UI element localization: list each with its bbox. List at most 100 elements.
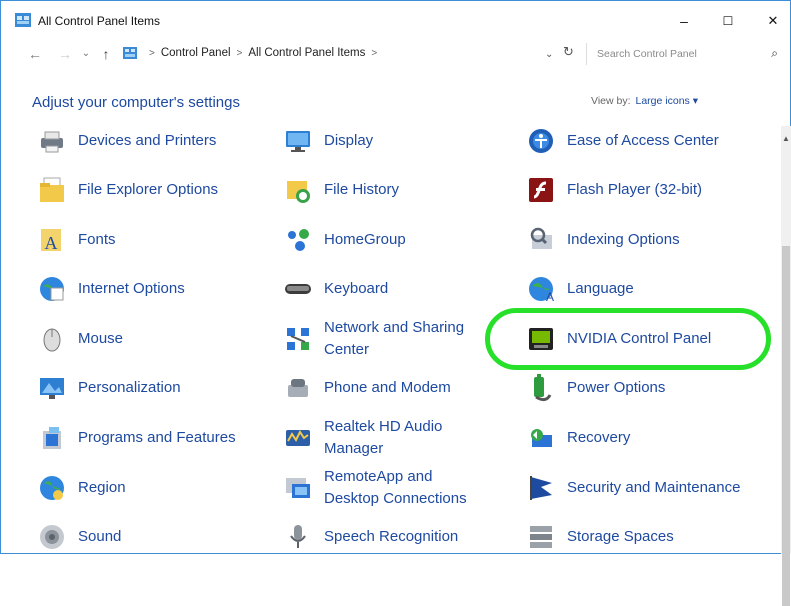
item-label[interactable]: Mouse	[78, 328, 268, 350]
up-button[interactable]: ↑	[97, 44, 115, 64]
storage-icon	[526, 522, 556, 552]
scroll-up-icon[interactable]: ▲	[781, 134, 791, 143]
recovery-icon	[526, 423, 556, 453]
item-label[interactable]: Recovery	[567, 427, 757, 449]
item-phone-and-modem[interactable]: Phone and Modem	[283, 365, 484, 411]
item-label[interactable]: File History	[324, 179, 484, 201]
item-remoteapp-and-desktop-connections[interactable]: RemoteApp and Desktop Connections	[283, 465, 484, 511]
minimize-button[interactable]: –	[664, 9, 704, 33]
globe-icon	[37, 274, 67, 304]
microphone-icon	[283, 522, 313, 552]
item-label[interactable]: Fonts	[78, 229, 268, 251]
back-button[interactable]: ←	[26, 44, 44, 64]
item-ease-of-access-center[interactable]: Ease of Access Center	[526, 118, 757, 164]
printer-icon	[37, 126, 67, 156]
item-indexing-options[interactable]: Indexing Options	[526, 217, 757, 263]
item-label[interactable]: Power Options	[567, 377, 757, 399]
item-label[interactable]: File Explorer Options	[78, 179, 268, 201]
power-icon	[526, 373, 556, 403]
item-mouse[interactable]: Mouse	[37, 316, 268, 362]
item-label[interactable]: Realtek HD Audio Manager	[324, 416, 484, 460]
language-icon: A	[526, 274, 556, 304]
item-programs-and-features[interactable]: Programs and Features	[37, 415, 268, 461]
view-by-dropdown[interactable]: Large icons ▾	[636, 95, 698, 107]
vertical-scrollbar[interactable]: ▲	[781, 126, 791, 606]
item-file-history[interactable]: File History	[283, 167, 484, 213]
item-flash-player-32-bit[interactable]: Flash Player (32-bit)	[526, 167, 757, 213]
item-label[interactable]: Speech Recognition	[324, 526, 484, 548]
breadcrumb[interactable]: > Control Panel > All Control Panel Item…	[123, 47, 383, 59]
forward-button[interactable]: →	[56, 44, 74, 64]
search-placeholder[interactable]: Search Control Panel	[597, 48, 697, 60]
item-label[interactable]: HomeGroup	[324, 229, 484, 251]
item-sound[interactable]: Sound	[37, 514, 268, 560]
item-label[interactable]: Sound	[78, 526, 268, 548]
refresh-icon[interactable]: ↻	[563, 44, 574, 60]
breadcrumb-separator[interactable]: >	[371, 48, 377, 59]
item-label[interactable]: Phone and Modem	[324, 377, 484, 399]
remoteapp-icon	[283, 473, 313, 503]
view-by-label: View by:	[591, 95, 631, 107]
breadcrumb-all-items[interactable]: All Control Panel Items	[248, 47, 365, 59]
personalization-icon	[37, 373, 67, 403]
search-box[interactable]: Search Control Panel ⌕	[586, 43, 786, 65]
breadcrumb-control-panel[interactable]: Control Panel	[161, 47, 231, 59]
homegroup-icon	[283, 225, 313, 255]
item-recovery[interactable]: Recovery	[526, 415, 757, 461]
search-icon[interactable]: ⌕	[771, 46, 778, 61]
item-file-explorer-options[interactable]: File Explorer Options	[37, 167, 268, 213]
item-language[interactable]: A Language	[526, 266, 757, 312]
item-label[interactable]: Language	[567, 278, 757, 300]
item-label[interactable]: Storage Spaces	[567, 526, 757, 548]
speaker-icon	[37, 522, 67, 552]
item-label[interactable]: Display	[324, 130, 484, 152]
breadcrumb-separator: >	[236, 47, 243, 59]
item-label[interactable]: Indexing Options	[567, 229, 757, 251]
fonts-icon: A	[37, 225, 67, 255]
close-button[interactable]: ✕	[753, 9, 791, 33]
control-panel-window: All Control Panel Items – ☐ ✕ ← → ⌄ ↑ > …	[0, 0, 791, 606]
item-network-and-sharing-center[interactable]: Network and Sharing Center	[283, 316, 484, 362]
title-bar[interactable]: All Control Panel Items – ☐ ✕	[1, 1, 790, 41]
item-display[interactable]: Display	[283, 118, 484, 164]
svg-text:A: A	[45, 233, 58, 253]
control-panel-small-icon	[123, 47, 137, 59]
maximize-button[interactable]: ☐	[708, 9, 748, 33]
item-label[interactable]: Internet Options	[78, 278, 268, 300]
item-label[interactable]: Programs and Features	[78, 427, 268, 449]
page-heading: Adjust your computer's settings	[32, 94, 240, 111]
item-label[interactable]: Keyboard	[324, 278, 484, 300]
item-storage-spaces[interactable]: Storage Spaces	[526, 514, 757, 560]
recent-locations-button[interactable]: ⌄	[77, 44, 95, 64]
region-icon	[37, 473, 67, 503]
item-power-options[interactable]: Power Options	[526, 365, 757, 411]
item-security-and-maintenance[interactable]: Security and Maintenance	[526, 465, 757, 511]
item-speech-recognition[interactable]: Speech Recognition	[283, 514, 484, 560]
item-devices-and-printers[interactable]: Devices and Printers	[37, 118, 268, 164]
scrollbar-thumb[interactable]	[782, 246, 790, 606]
address-dropdown-icon[interactable]: ⌄	[545, 49, 553, 60]
item-homegroup[interactable]: HomeGroup	[283, 217, 484, 263]
flag-icon	[526, 473, 556, 503]
item-label[interactable]: RemoteApp and Desktop Connections	[324, 466, 484, 510]
item-keyboard[interactable]: Keyboard	[283, 266, 484, 312]
item-label[interactable]: Security and Maintenance	[567, 477, 757, 499]
item-label[interactable]: Network and Sharing Center	[324, 317, 484, 361]
item-region[interactable]: Region	[37, 465, 268, 511]
item-label[interactable]: Ease of Access Center	[567, 130, 757, 152]
flash-icon	[526, 175, 556, 205]
item-label[interactable]: Region	[78, 477, 268, 499]
item-label[interactable]: Devices and Printers	[78, 130, 268, 152]
highlight-circle	[485, 308, 771, 370]
control-panel-icon	[15, 13, 31, 27]
item-fonts[interactable]: A Fonts	[37, 217, 268, 263]
item-realtek-hd-audio-manager[interactable]: Realtek HD Audio Manager	[283, 415, 484, 461]
network-icon	[283, 324, 313, 354]
monitor-icon	[283, 126, 313, 156]
item-label[interactable]: Personalization	[78, 377, 268, 399]
folder-icon	[37, 175, 67, 205]
item-personalization[interactable]: Personalization	[37, 365, 268, 411]
item-label[interactable]: Flash Player (32-bit)	[567, 179, 757, 201]
item-internet-options[interactable]: Internet Options	[37, 266, 268, 312]
audio-icon	[283, 423, 313, 453]
